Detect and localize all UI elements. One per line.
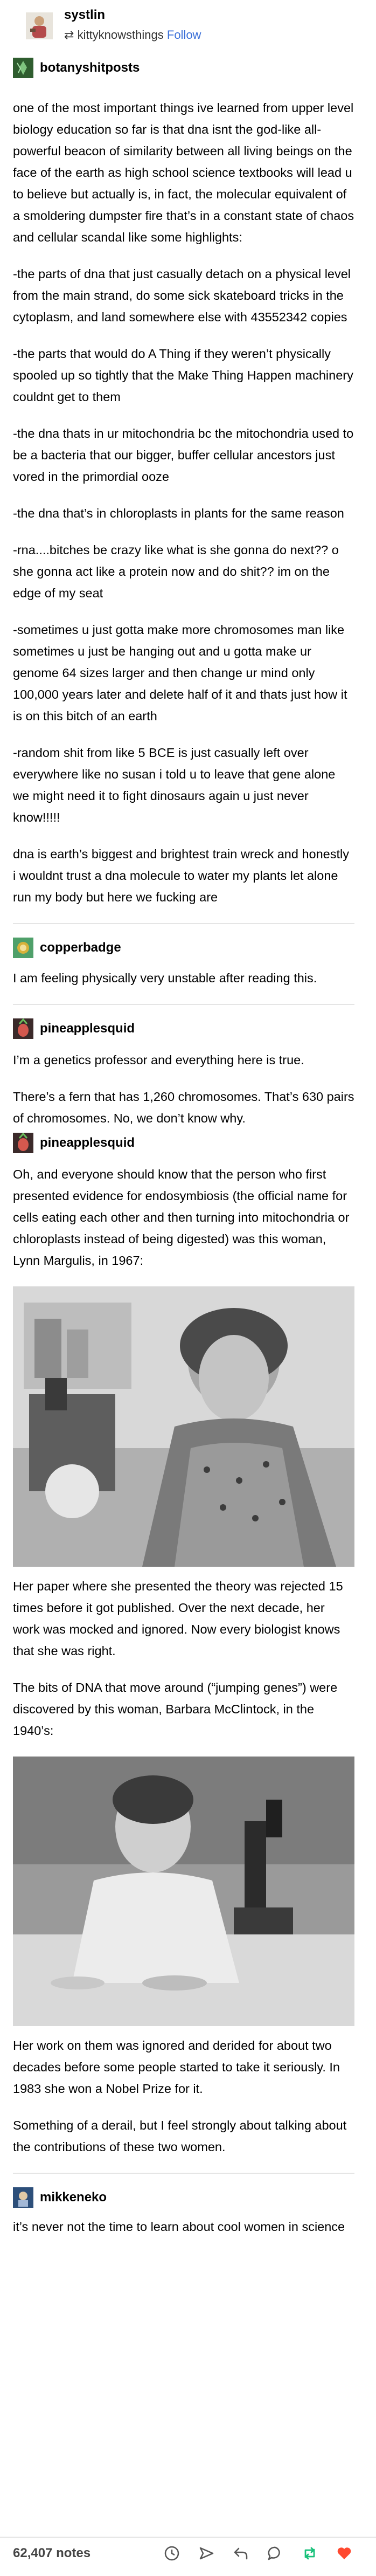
blog-row: copperbadge	[13, 934, 354, 962]
photo-barbara-mcclintock	[13, 1757, 354, 2026]
post: systlin ⇄ kittyknowsthings Follow botany…	[0, 0, 376, 2576]
post-text: Something of a derail, but I feel strong…	[13, 2118, 347, 2154]
post-text: Her paper where she presented the theory…	[13, 1579, 343, 1658]
reblog-icon[interactable]	[300, 2543, 320, 2564]
post-footer: 62,407 notes	[0, 2537, 376, 2569]
post-text: There’s a fern that has 1,260 chromosome…	[13, 1090, 354, 1125]
avatar[interactable]	[13, 938, 33, 958]
reblog-entry: pineapplesquid I’m a genetics professor …	[13, 1015, 354, 1129]
post-text: -the parts that would do A Thing if they…	[13, 347, 353, 404]
avatar[interactable]	[13, 58, 33, 78]
blog-name[interactable]: pineapplesquid	[40, 1021, 135, 1036]
post-text: one of the most important things ive lea…	[13, 101, 354, 244]
follow-button[interactable]: Follow	[167, 28, 201, 42]
comment-icon[interactable]	[265, 2543, 286, 2564]
post-text: it’s never not the time to learn about c…	[13, 2220, 345, 2234]
blog-row: mikkeneko	[13, 2184, 354, 2212]
reblog-line: ⇄ kittyknowsthings Follow	[64, 28, 201, 42]
reply-icon[interactable]	[231, 2543, 251, 2564]
blog-name[interactable]: copperbadge	[40, 940, 121, 955]
blog-name[interactable]: mikkeneko	[40, 2190, 107, 2205]
blog-row: botanyshitposts	[13, 54, 354, 82]
post-text: -random shit from like 5 BCE is just cas…	[13, 746, 336, 824]
notes-count[interactable]: 62,407 notes	[13, 2546, 148, 2561]
blog-row: pineapplesquid	[13, 1129, 354, 1157]
blog-row: pineapplesquid	[13, 1015, 354, 1043]
divider	[13, 923, 354, 924]
post-text: Her work on them was ignored and derided…	[13, 2038, 340, 2096]
avatar[interactable]	[13, 1133, 33, 1153]
reblog-source[interactable]: kittyknowsthings	[78, 28, 164, 42]
post-text: Oh, and everyone should know that the pe…	[13, 1167, 350, 1268]
divider	[13, 1004, 354, 1005]
photo-lynn-margulis	[13, 1286, 354, 1567]
avatar[interactable]	[26, 12, 53, 39]
post-text: -the dna thats in ur mitochondria bc the…	[13, 426, 354, 484]
heart-icon[interactable]	[334, 2543, 354, 2564]
blog-name[interactable]: pineapplesquid	[40, 1135, 135, 1151]
post-text: I am feeling physically very unstable af…	[13, 971, 317, 985]
divider	[13, 2173, 354, 2174]
username[interactable]: systlin	[64, 8, 105, 23]
avatar[interactable]	[13, 1018, 33, 1039]
post-text: The bits of DNA that move around (“jumpi…	[13, 1680, 338, 1738]
clock-icon[interactable]	[162, 2543, 182, 2564]
share-icon[interactable]	[196, 2543, 217, 2564]
reblog-entry: pineapplesquid Oh, and everyone should k…	[13, 1129, 354, 2158]
post-text: -the parts of dna that just casually det…	[13, 267, 351, 324]
post-text: dna is earth’s biggest and brightest tra…	[13, 847, 349, 904]
avatar[interactable]	[13, 2187, 33, 2208]
post-text: -sometimes u just gotta make more chromo…	[13, 623, 347, 723]
post-text: -rna....bitches be crazy like what is sh…	[13, 543, 339, 600]
post-text: -the dna that’s in chloroplasts in plant…	[13, 506, 344, 520]
blog-name[interactable]: botanyshitposts	[40, 60, 140, 75]
reblog-entry: copperbadge I am feeling physically very…	[13, 934, 354, 989]
post-text: I’m a genetics professor and everything …	[13, 1053, 304, 1067]
reblog-small-icon: ⇄	[64, 28, 74, 42]
post-header: systlin ⇄ kittyknowsthings Follow	[13, 0, 354, 54]
reblog-entry: botanyshitposts one of the most importan…	[13, 54, 354, 908]
reblog-entry: mikkeneko it’s never not the time to lea…	[13, 2184, 354, 2237]
